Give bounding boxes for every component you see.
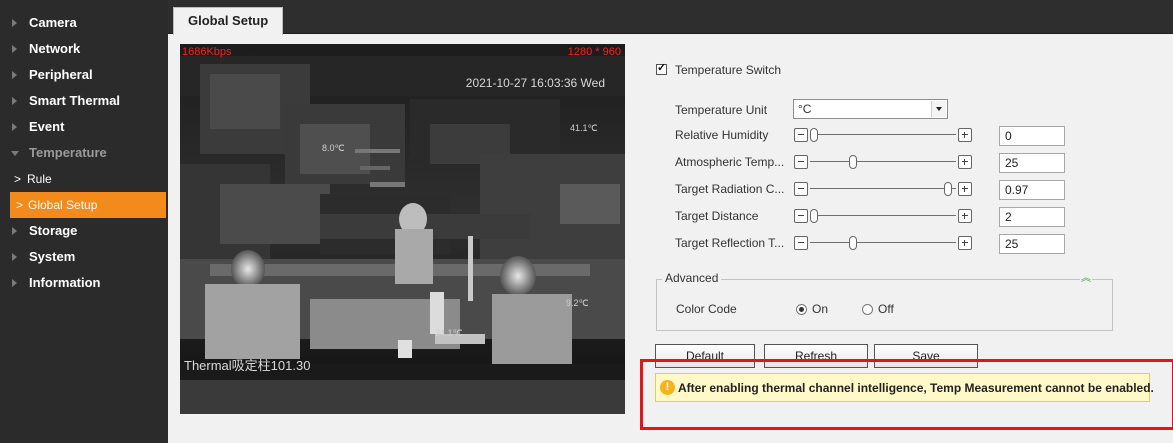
thermal-video-view[interactable]: 1686Kbps 1280 * 960 2021-10-27 16:03:36 … bbox=[180, 44, 625, 380]
sidebar-item-label: Smart Thermal bbox=[29, 93, 121, 108]
atmospheric-temp-input[interactable] bbox=[999, 153, 1065, 173]
sidebar-item-label: Camera bbox=[29, 15, 77, 30]
temperature-unit-select[interactable]: °C bbox=[793, 99, 948, 119]
video-timestamp: 2021-10-27 16:03:36 Wed bbox=[465, 76, 605, 90]
minus-icon[interactable] bbox=[794, 209, 808, 223]
target-reflection-label: Target Reflection T... bbox=[675, 236, 785, 250]
relative-humidity-input[interactable] bbox=[999, 126, 1065, 146]
sidebar-item-label: Event bbox=[29, 119, 65, 134]
target-distance-slider[interactable] bbox=[794, 208, 972, 224]
target-reflection-slider[interactable] bbox=[794, 235, 972, 251]
plus-icon[interactable] bbox=[958, 182, 972, 196]
slider-thumb[interactable] bbox=[810, 128, 818, 142]
triangle-right-icon bbox=[12, 253, 17, 261]
sidebar-item-event[interactable]: Event bbox=[0, 114, 168, 140]
triangle-right-icon bbox=[12, 279, 17, 287]
sidebar-subitem-rule[interactable]: > Rule bbox=[0, 166, 168, 192]
sidebar-item-label: Information bbox=[29, 275, 101, 290]
top-bar: Global Setup bbox=[168, 0, 1173, 35]
advanced-divider bbox=[656, 279, 1113, 280]
double-chevron-up-icon[interactable]: ︽ bbox=[1080, 274, 1092, 286]
sidebar-subitem-global-setup[interactable]: > Global Setup bbox=[10, 192, 166, 218]
sidebar-item-label: Temperature bbox=[29, 145, 107, 160]
temp-point-label: 41.1℃ bbox=[570, 123, 598, 133]
target-distance-input[interactable] bbox=[999, 207, 1065, 227]
sidebar-item-storage[interactable]: Storage bbox=[0, 218, 168, 244]
color-code-on-label: On bbox=[812, 302, 829, 316]
minus-icon[interactable] bbox=[794, 128, 808, 142]
atmospheric-temp-slider[interactable] bbox=[794, 154, 972, 170]
color-code-label: Color Code bbox=[676, 302, 737, 316]
target-reflection-input[interactable] bbox=[999, 234, 1065, 254]
slider-track[interactable] bbox=[810, 134, 956, 135]
plus-icon[interactable] bbox=[958, 155, 972, 169]
temperature-unit-value: °C bbox=[798, 102, 812, 116]
sidebar-item-smart-thermal[interactable]: Smart Thermal bbox=[0, 88, 168, 114]
triangle-right-icon bbox=[12, 97, 17, 105]
temp-point-label: 34.1℃ bbox=[435, 328, 463, 338]
slider-thumb[interactable] bbox=[943, 182, 952, 196]
video-resolution: 1280 * 960 bbox=[567, 46, 621, 58]
video-control-bar bbox=[180, 380, 625, 414]
temperature-unit-label: Temperature Unit bbox=[675, 103, 768, 117]
sidebar-item-camera[interactable]: Camera bbox=[0, 10, 168, 36]
color-code-off-label: Off bbox=[878, 302, 894, 316]
slider-track[interactable] bbox=[810, 215, 956, 216]
thermal-video-frame bbox=[180, 44, 625, 380]
triangle-right-icon bbox=[12, 71, 17, 79]
target-distance-label: Target Distance bbox=[675, 209, 759, 223]
slider-track[interactable] bbox=[810, 242, 956, 243]
chevron-right-icon: > bbox=[16, 198, 24, 212]
temperature-switch-checkbox[interactable] bbox=[656, 61, 667, 75]
triangle-right-icon bbox=[12, 227, 17, 235]
sidebar-item-label: Peripheral bbox=[29, 67, 93, 82]
chevron-right-icon: > bbox=[14, 172, 22, 186]
relative-humidity-slider[interactable] bbox=[794, 127, 972, 143]
slider-thumb[interactable] bbox=[848, 236, 857, 250]
sidebar-item-label: System bbox=[29, 249, 76, 264]
video-bitrate: 1686Kbps bbox=[182, 46, 232, 58]
sidebar-item-information[interactable]: Information bbox=[0, 270, 168, 296]
minus-icon[interactable] bbox=[794, 182, 808, 196]
plus-icon[interactable] bbox=[958, 128, 972, 142]
dropdown-arrow-icon[interactable] bbox=[931, 101, 946, 117]
target-radiation-slider[interactable] bbox=[794, 181, 972, 197]
sidebar-item-label: Network bbox=[29, 41, 81, 56]
tab-global-setup[interactable]: Global Setup bbox=[173, 7, 284, 35]
slider-thumb[interactable] bbox=[810, 209, 818, 223]
minus-icon[interactable] bbox=[794, 236, 808, 250]
sidebar-subitem-label: Global Setup bbox=[28, 198, 98, 212]
plus-icon[interactable] bbox=[958, 209, 972, 223]
advanced-label: Advanced bbox=[662, 271, 722, 285]
temperature-switch-label: Temperature Switch bbox=[675, 63, 782, 77]
slider-thumb[interactable] bbox=[848, 155, 857, 169]
relative-humidity-label: Relative Humidity bbox=[675, 128, 769, 142]
triangle-down-icon bbox=[11, 151, 19, 156]
sidebar-subitem-label: Rule bbox=[27, 172, 52, 186]
triangle-right-icon bbox=[12, 19, 17, 27]
warning-highlight-box bbox=[640, 359, 1173, 430]
sidebar-nav: Camera Network Peripheral Smart Thermal … bbox=[0, 0, 168, 443]
sidebar-item-label: Storage bbox=[29, 223, 78, 238]
temp-point-label: 8.0℃ bbox=[322, 143, 345, 153]
sidebar-item-system[interactable]: System bbox=[0, 244, 168, 270]
target-radiation-label: Target Radiation C... bbox=[675, 182, 785, 196]
slider-track[interactable] bbox=[810, 161, 956, 162]
sidebar-item-network[interactable]: Network bbox=[0, 36, 168, 62]
slider-track[interactable] bbox=[810, 188, 956, 189]
temp-point-label: 9.2℃ bbox=[566, 298, 589, 308]
color-code-off-radio[interactable] bbox=[862, 304, 873, 315]
video-channel-name: Thermal吸定柱101.30 bbox=[184, 358, 311, 373]
target-radiation-input[interactable] bbox=[999, 180, 1065, 200]
atmospheric-temp-label: Atmospheric Temp... bbox=[675, 155, 785, 169]
triangle-right-icon bbox=[12, 45, 17, 53]
plus-icon[interactable] bbox=[958, 236, 972, 250]
minus-icon[interactable] bbox=[794, 155, 808, 169]
triangle-right-icon bbox=[12, 123, 17, 131]
sidebar-item-temperature[interactable]: Temperature bbox=[0, 140, 168, 166]
sidebar-item-peripheral[interactable]: Peripheral bbox=[0, 62, 168, 88]
color-code-on-radio[interactable] bbox=[796, 304, 807, 315]
